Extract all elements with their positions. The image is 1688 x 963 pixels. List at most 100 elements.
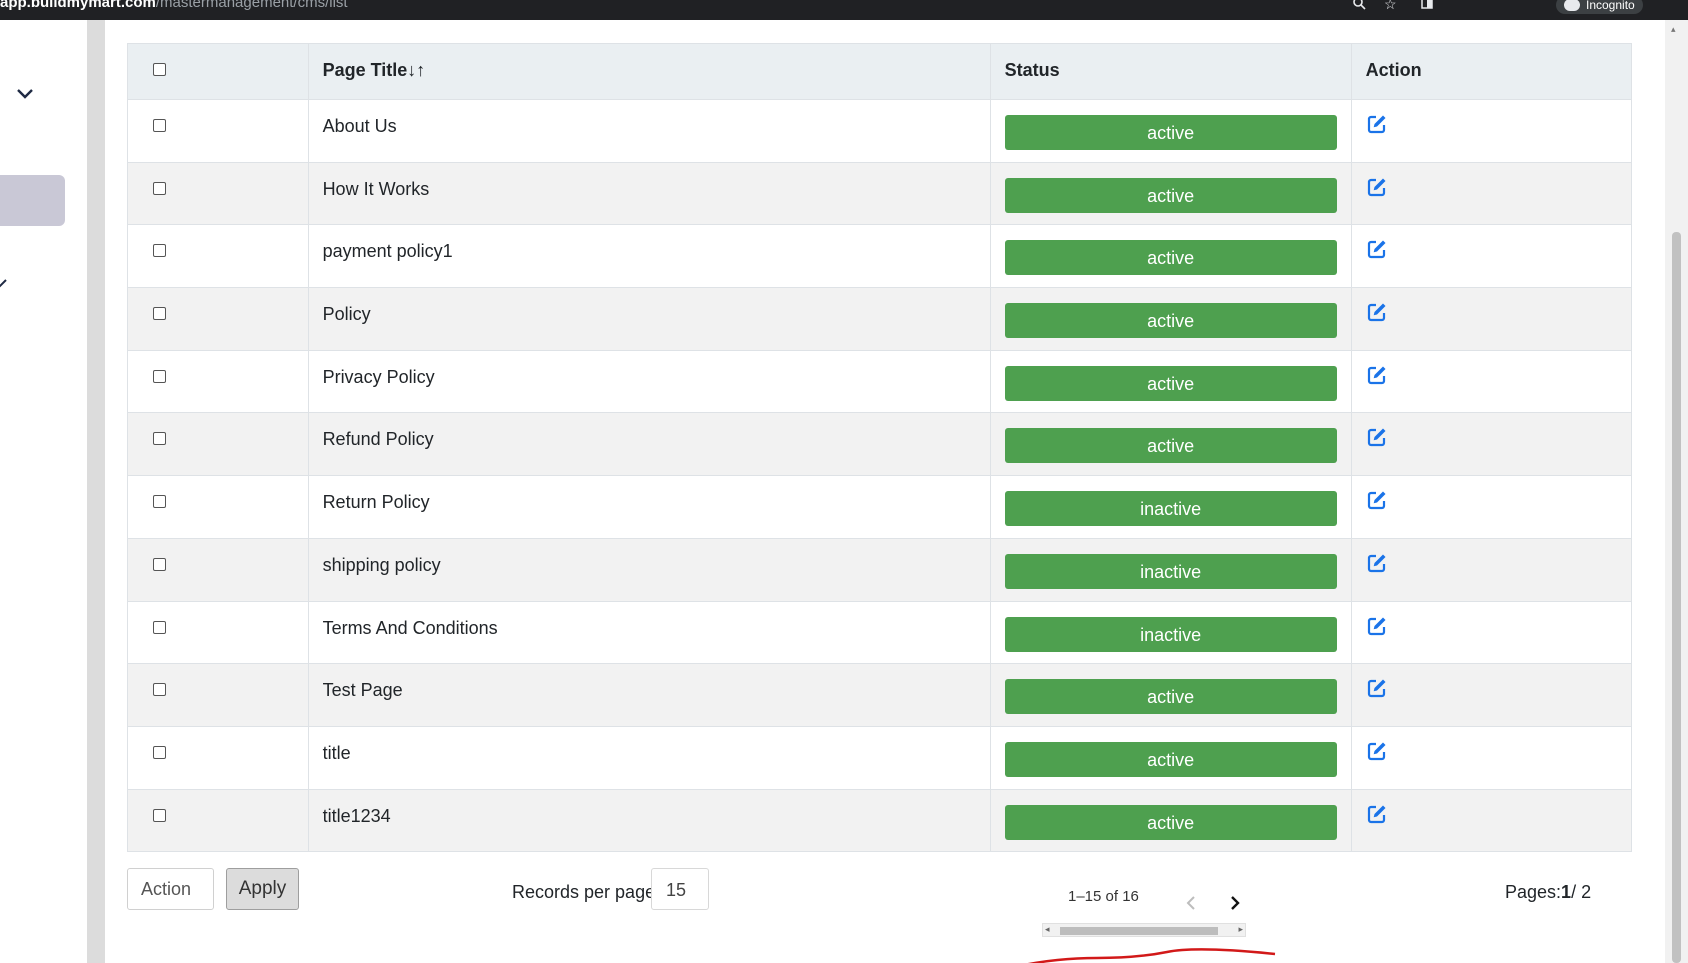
sidebar <box>0 20 87 963</box>
table-row: payment policy1 active <box>127 224 1633 289</box>
edit-icon[interactable] <box>1366 740 1388 762</box>
edit-icon[interactable] <box>1366 615 1388 637</box>
title-cell: How It Works <box>307 161 991 226</box>
records-per-page-input[interactable]: 15 <box>651 868 709 910</box>
page-title: title1234 <box>322 805 391 826</box>
status-badge: active <box>1004 679 1337 715</box>
status-badge: active <box>1004 804 1337 840</box>
status-badge: inactive <box>1004 616 1337 652</box>
status-badge: active <box>1004 177 1337 213</box>
total-pages: / 2 <box>1571 882 1592 902</box>
page-title: About Us <box>322 116 397 136</box>
page-title: Refund Policy <box>322 429 434 450</box>
action-cell <box>1350 287 1633 351</box>
sidepanel-icon[interactable] <box>1421 0 1433 12</box>
row-checkbox[interactable] <box>153 244 166 258</box>
scroll-left-icon[interactable]: ◂ <box>1045 924 1050 935</box>
edit-icon[interactable] <box>1366 677 1388 699</box>
page-title: payment policy1 <box>322 241 453 262</box>
table-row: Test Page active <box>127 663 1633 727</box>
status-cell: active <box>989 663 1352 727</box>
chevron-right-icon[interactable] <box>1227 892 1243 914</box>
bulk-action-select[interactable]: Action <box>127 868 214 910</box>
page-title: Test Page <box>322 680 403 701</box>
page-title-header[interactable]: Page Title↓↑ <box>307 43 991 100</box>
sidebar-item-active[interactable] <box>0 175 65 226</box>
status-cell: active <box>989 349 1352 414</box>
status-cell: active <box>989 161 1352 226</box>
row-checkbox[interactable] <box>153 432 166 446</box>
select-all-checkbox[interactable] <box>153 63 166 76</box>
table-row: title active <box>127 725 1633 790</box>
apply-button[interactable]: Apply <box>226 868 299 910</box>
row-checkbox[interactable] <box>153 808 166 822</box>
edit-icon[interactable] <box>1366 301 1388 323</box>
table-row: Policy active <box>127 287 1633 351</box>
action-cell <box>1350 537 1633 602</box>
status-header: Status <box>989 43 1352 100</box>
row-checkbox[interactable] <box>153 181 166 195</box>
row-checkbox[interactable] <box>153 745 166 759</box>
row-check-cell <box>127 788 309 853</box>
scroll-right-icon[interactable]: ▸ <box>1238 924 1243 935</box>
row-checkbox[interactable] <box>153 307 166 321</box>
status-badge: active <box>1004 741 1337 777</box>
title-cell: title <box>307 725 991 790</box>
records-per-page-label: Records per page: <box>512 882 661 902</box>
edit-icon[interactable] <box>1366 238 1388 260</box>
chevron-left-icon[interactable] <box>1183 892 1199 914</box>
row-checkbox[interactable] <box>153 620 166 634</box>
incognito-badge[interactable]: Incognito <box>1556 0 1643 14</box>
main-content: Page Title↓↑ Status Action About Us acti… <box>105 20 1665 963</box>
scroll-up-icon[interactable]: ▴ <box>1671 24 1676 35</box>
title-cell: shipping policy <box>307 537 991 602</box>
address-bar[interactable]: app.buildmymart.com/mastermanagement/cms… <box>0 0 348 11</box>
incognito-label: Incognito <box>1586 0 1635 12</box>
chevron-down-icon[interactable] <box>14 82 36 104</box>
url-host: app.buildmymart.com <box>0 0 156 11</box>
page-title: How It Works <box>322 178 430 199</box>
status-cell: active <box>989 412 1352 477</box>
edit-icon[interactable] <box>1366 113 1388 135</box>
row-check-cell <box>127 349 309 414</box>
action-cell <box>1350 99 1633 163</box>
edit-icon[interactable] <box>1366 489 1388 511</box>
status-cell: active <box>989 725 1352 790</box>
status-badge: active <box>1004 428 1337 464</box>
page-title: shipping policy <box>322 554 441 575</box>
row-check-cell <box>127 663 309 727</box>
title-cell: Return Policy <box>307 475 991 539</box>
row-checkbox[interactable] <box>153 369 166 383</box>
row-check-cell <box>127 600 309 665</box>
row-checkbox[interactable] <box>153 495 166 509</box>
action-cell <box>1350 600 1633 665</box>
row-check-cell <box>127 287 309 351</box>
title-cell: Terms And Conditions <box>307 600 991 665</box>
page-scrollbar[interactable]: ▴ <box>1665 20 1688 963</box>
row-checkbox[interactable] <box>153 557 166 571</box>
horizontal-scrollbar[interactable]: ◂ ▸ <box>1042 923 1246 937</box>
red-underline-annotation <box>1027 948 1276 963</box>
row-check-cell <box>127 475 309 539</box>
page-title: title <box>322 742 351 763</box>
row-checkbox[interactable] <box>153 683 166 697</box>
edit-icon[interactable] <box>1366 364 1388 386</box>
edit-icon[interactable] <box>1366 176 1388 198</box>
row-checkbox[interactable] <box>153 119 166 132</box>
zoom-icon[interactable] <box>1352 0 1366 13</box>
edit-icon[interactable] <box>1366 803 1388 825</box>
row-check-cell <box>127 224 309 289</box>
action-cell <box>1350 412 1633 477</box>
page-scrollbar-thumb[interactable] <box>1672 232 1681 963</box>
status-badge: inactive <box>1004 491 1337 527</box>
bookmark-star-icon[interactable]: ☆ <box>1384 0 1397 13</box>
action-cell <box>1350 663 1633 727</box>
action-cell <box>1350 349 1633 414</box>
table-row: Terms And Conditions inactive <box>127 600 1633 665</box>
cms-pages-table: Page Title↓↑ Status Action About Us acti… <box>127 43 1633 853</box>
chevron-down-icon[interactable] <box>0 275 8 291</box>
edit-icon[interactable] <box>1366 552 1388 574</box>
url-path: /mastermanagement/cms/list <box>155 0 348 11</box>
edit-icon[interactable] <box>1366 426 1388 448</box>
scrollbar-thumb[interactable] <box>1060 927 1218 935</box>
